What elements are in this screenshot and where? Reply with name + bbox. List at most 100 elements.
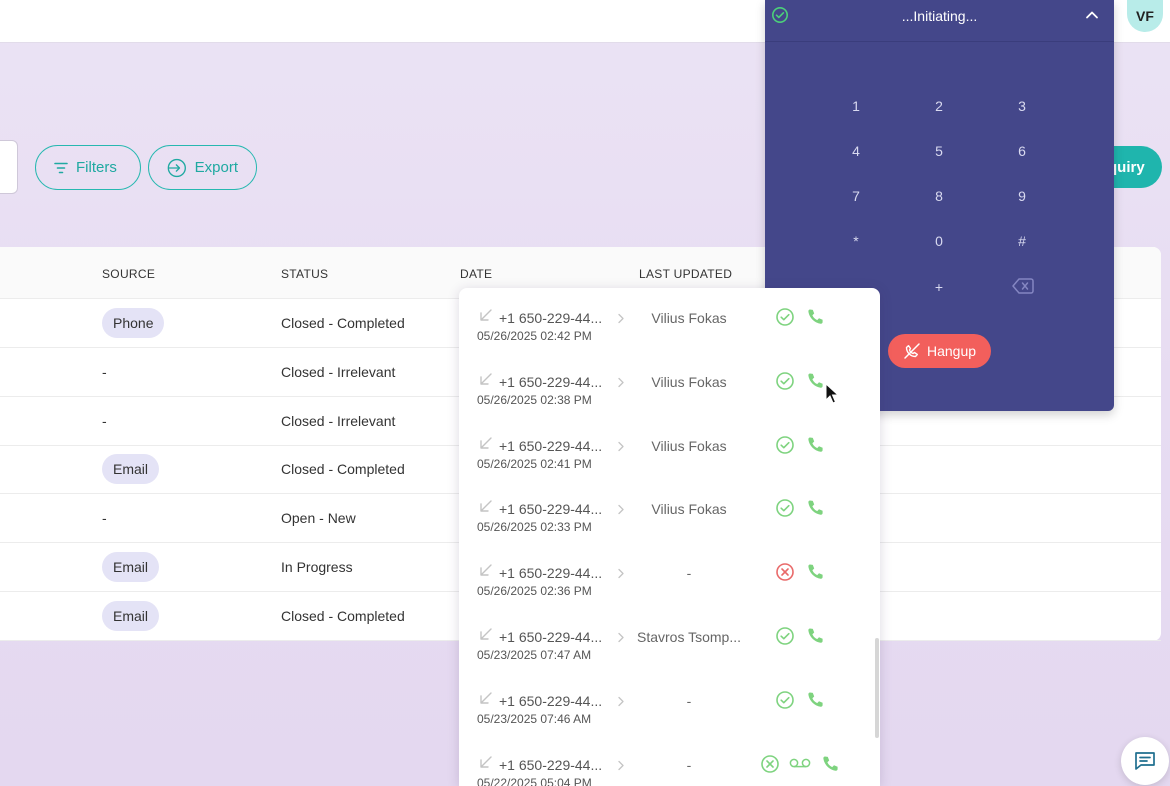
call-history-item[interactable]: +1 650-229-44... 05/23/2025 07:47 AM Stavr… <box>459 607 875 671</box>
chevron-right-icon <box>617 375 625 393</box>
search-input[interactable] <box>0 140 18 194</box>
source-chip: Email <box>102 454 160 485</box>
dial-key[interactable]: # <box>1002 229 1042 253</box>
column-source[interactable]: SOURCE <box>102 267 155 281</box>
phone-icon[interactable] <box>806 435 826 460</box>
phone-icon[interactable] <box>806 371 826 396</box>
cell-status: Closed - Completed <box>281 461 405 478</box>
dial-key[interactable]: 1 <box>836 94 876 118</box>
call-date: 05/22/2025 05:04 PM <box>477 775 592 786</box>
dial-key[interactable]: 2 <box>919 94 959 118</box>
phone-icon[interactable] <box>806 498 826 523</box>
dial-key[interactable]: 0 <box>919 229 959 253</box>
call-date: 05/23/2025 07:46 AM <box>477 711 592 726</box>
call-date: 05/26/2025 02:41 PM <box>477 456 592 471</box>
cell-status: Closed - Irrelevant <box>281 412 396 429</box>
source-text: - <box>102 510 107 527</box>
phone-icon[interactable] <box>821 754 841 779</box>
source-text: - <box>102 412 107 429</box>
incoming-arrow-icon <box>479 436 493 455</box>
chat-button[interactable] <box>1121 737 1169 785</box>
call-history-item[interactable]: +1 650-229-44... 05/23/2025 07:46 AM - <box>459 671 875 735</box>
call-number: +1 650-229-44... <box>499 501 603 518</box>
incoming-arrow-icon <box>479 755 493 774</box>
call-agent: Vilius Fokas <box>651 310 727 326</box>
incoming-arrow-icon <box>479 499 493 518</box>
call-history-item[interactable]: +1 650-229-44... 05/26/2025 02:38 PM Viliu… <box>459 352 875 416</box>
phone-icon[interactable] <box>806 626 826 651</box>
call-history-panel: +1 650-229-44... 05/26/2025 02:42 PM Viliu… <box>459 288 880 786</box>
call-date: 05/26/2025 02:36 PM <box>477 584 592 599</box>
call-number: +1 650-229-44... <box>499 629 603 645</box>
backspace-icon[interactable] <box>1012 277 1034 295</box>
chevron-up-icon[interactable] <box>1083 6 1101 24</box>
cell-status: Open - New <box>281 510 356 527</box>
cell-source: Email <box>102 445 160 493</box>
call-history-item[interactable]: +1 650-229-44... 05/22/2025 05:04 PM - <box>459 735 875 786</box>
chevron-right-icon <box>617 630 625 648</box>
dial-key[interactable]: + <box>919 275 959 299</box>
cell-status: Closed - Irrelevant <box>281 363 396 380</box>
cell-source: Email <box>102 592 160 640</box>
cell-source: - <box>102 494 107 542</box>
dial-key[interactable]: 3 <box>1002 94 1042 118</box>
dial-key[interactable]: * <box>836 229 876 253</box>
call-date: 05/26/2025 02:33 PM <box>477 520 592 535</box>
column-status[interactable]: STATUS <box>281 267 328 281</box>
check-circle-icon <box>775 307 795 332</box>
hangup-button[interactable]: Hangup <box>888 334 991 368</box>
source-chip: Phone <box>102 308 165 338</box>
cell-status: In Progress <box>281 559 353 575</box>
dial-key[interactable]: 5 <box>919 139 959 163</box>
export-label: Export <box>194 159 238 176</box>
cell-source: Email <box>102 543 160 591</box>
call-agent: - <box>686 565 692 582</box>
dial-key[interactable]: 4 <box>836 139 876 163</box>
dial-key[interactable]: 6 <box>1002 139 1042 163</box>
call-number: +1 650-229-44... <box>499 756 603 773</box>
call-number: +1 650-229-44... <box>499 437 603 454</box>
chevron-right-icon <box>617 694 625 712</box>
phone-icon[interactable] <box>806 562 826 587</box>
incoming-arrow-icon <box>479 627 493 646</box>
filters-label: Filters <box>76 159 117 176</box>
chevron-right-icon <box>617 502 625 520</box>
phone-icon[interactable] <box>806 690 826 715</box>
cell-status: Closed - Completed <box>281 315 405 331</box>
phone-off-icon <box>904 343 920 359</box>
dial-key[interactable]: 7 <box>836 184 876 208</box>
call-date: 05/23/2025 07:47 AM <box>477 648 592 662</box>
call-agent: - <box>686 756 692 773</box>
dial-key[interactable]: 8 <box>919 184 959 208</box>
call-history-item[interactable]: +1 650-229-44... 05/26/2025 02:36 PM - <box>459 543 875 607</box>
call-history-item[interactable]: +1 650-229-44... 05/26/2025 02:33 PM Viliu… <box>459 479 875 543</box>
call-agent: Vilius Fokas <box>651 373 727 390</box>
source-chip: Email <box>102 600 160 631</box>
chevron-right-icon <box>617 311 625 329</box>
call-agent: - <box>686 692 692 709</box>
call-number: +1 650-229-44... <box>499 565 603 582</box>
cell-source: - <box>102 397 107 445</box>
call-date: 05/26/2025 02:38 PM <box>477 392 592 407</box>
check-circle-icon <box>775 626 795 651</box>
column-date[interactable]: DATE <box>460 267 492 281</box>
incoming-arrow-icon <box>479 372 493 391</box>
dial-key[interactable]: 9 <box>1002 184 1042 208</box>
column-last-updated[interactable]: LAST UPDATED <box>639 267 732 281</box>
call-history-item[interactable]: +1 650-229-44... 05/26/2025 02:42 PM Viliu… <box>459 288 875 352</box>
scrollbar[interactable] <box>875 638 879 738</box>
dialer-status: ...Initiating... <box>901 8 978 24</box>
chevron-right-icon <box>617 758 625 776</box>
export-button[interactable]: Export <box>148 145 257 190</box>
voicemail-icon[interactable] <box>789 756 811 774</box>
dialer-header: ...Initiating... <box>765 0 1114 42</box>
phone-icon[interactable] <box>806 307 826 332</box>
chat-icon <box>1135 752 1155 770</box>
chevron-right-icon <box>617 566 625 584</box>
cell-source: Phone <box>102 299 165 347</box>
cell-status: Closed - Completed <box>281 607 405 624</box>
filters-button[interactable]: Filters <box>35 145 141 190</box>
hangup-label: Hangup <box>926 343 977 359</box>
source-chip: Email <box>102 552 160 582</box>
call-history-item[interactable]: +1 650-229-44... 05/26/2025 02:41 PM Viliu… <box>459 416 875 480</box>
